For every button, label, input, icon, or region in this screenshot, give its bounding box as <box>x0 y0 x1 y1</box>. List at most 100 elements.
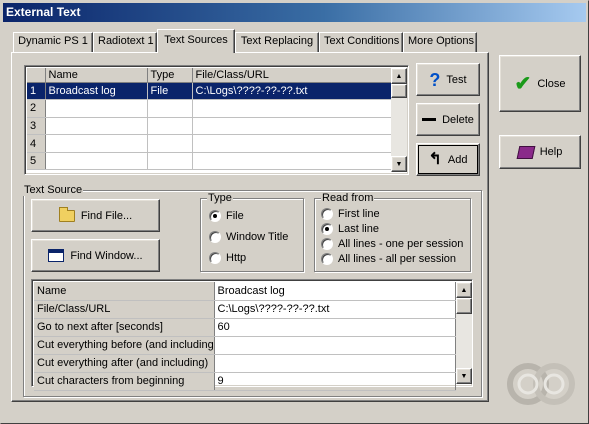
column-header-url[interactable]: File/Class/URL <box>192 68 392 83</box>
cell-type[interactable] <box>147 117 193 136</box>
tab-more-options[interactable]: More Options <box>403 32 477 52</box>
property-value[interactable] <box>214 354 456 373</box>
cell-url[interactable] <box>192 117 392 136</box>
tab-text-replacing[interactable]: Text Replacing <box>235 32 319 52</box>
radio-icon[interactable] <box>321 253 333 265</box>
minus-icon <box>422 118 437 121</box>
row-number[interactable]: 3 <box>27 117 46 136</box>
cell-name[interactable] <box>45 99 148 118</box>
table-row[interactable]: 1 Broadcast log File C:\Logs\????-??-??.… <box>27 82 392 101</box>
column-header-name[interactable]: Name <box>45 68 148 83</box>
property-value[interactable]: 60 <box>214 318 456 337</box>
scroll-up-arrow-icon[interactable]: ▲ <box>456 282 472 298</box>
row-number[interactable]: 5 <box>27 152 46 171</box>
delete-button[interactable]: Delete <box>416 103 480 136</box>
property-key: File/Class/URL <box>34 300 215 319</box>
tab-text-sources[interactable]: Text Sources <box>157 29 235 53</box>
property-row[interactable]: File/Class/URL C:\Logs\????-??-??.txt <box>34 300 456 319</box>
test-button[interactable]: ? Test <box>416 63 480 96</box>
type-radio-file[interactable]: File <box>209 209 244 223</box>
property-row[interactable]: Cut everything after (and including) <box>34 354 456 373</box>
type-radio-window-title[interactable]: Window Title <box>209 230 288 244</box>
properties-grid[interactable]: Name Broadcast log File/Class/URL C:\Log… <box>31 279 473 391</box>
row-number[interactable]: 4 <box>27 134 46 153</box>
read-option-label: All lines - one per session <box>338 238 464 250</box>
read-radio-last-line[interactable]: Last line <box>321 222 379 236</box>
return-arrow-icon: ↰ <box>428 150 442 168</box>
table-row[interactable]: 5 <box>27 152 392 171</box>
cell-type[interactable] <box>147 99 193 118</box>
property-key: Cut everything after (and including) <box>34 354 215 373</box>
read-radio-all-lines-all[interactable]: All lines - all per session <box>321 252 456 266</box>
property-value[interactable]: 9 <box>214 372 456 391</box>
cell-name[interactable] <box>45 117 148 136</box>
property-key: Cut everything before (and including) <box>34 336 215 355</box>
type-option-label: File <box>226 210 244 222</box>
property-row[interactable]: Go to next after [seconds] 60 <box>34 318 456 337</box>
type-option-label: Window Title <box>226 231 289 243</box>
property-value[interactable]: C:\Logs\????-??-??.txt <box>214 300 456 319</box>
column-header-type[interactable]: Type <box>147 68 193 83</box>
row-number[interactable]: 1 <box>27 82 46 101</box>
properties-scrollbar[interactable]: ▲ ▼ <box>456 282 472 384</box>
scroll-thumb[interactable] <box>391 84 407 98</box>
cell-url[interactable] <box>192 152 392 171</box>
property-value[interactable]: Broadcast log <box>214 282 456 301</box>
cell-name[interactable] <box>45 134 148 153</box>
window-title: External Text <box>3 3 586 22</box>
radio-icon[interactable] <box>321 208 333 220</box>
grid-corner-cell <box>27 68 46 83</box>
tab-radiotext-1[interactable]: Radiotext 1 <box>93 32 157 52</box>
cell-url[interactable]: C:\Logs\????-??-??.txt <box>192 82 392 101</box>
cell-type[interactable]: File <box>147 82 193 101</box>
type-radio-http[interactable]: Http <box>209 251 246 265</box>
add-button[interactable]: ↰ Add <box>416 143 480 176</box>
row-number[interactable]: 2 <box>27 99 46 118</box>
read-option-label: All lines - all per session <box>338 253 456 265</box>
type-group: Type File Window Title Http <box>200 192 304 272</box>
app-logo-icon <box>503 356 579 412</box>
table-row[interactable]: 3 <box>27 117 392 136</box>
cell-url[interactable] <box>192 134 392 153</box>
tab-text-conditions[interactable]: Text Conditions <box>319 32 403 52</box>
read-radio-first-line[interactable]: First line <box>321 207 380 221</box>
radio-icon[interactable] <box>321 238 333 250</box>
type-group-label: Type <box>207 192 233 204</box>
radio-selected-icon[interactable] <box>209 210 221 222</box>
text-source-group-label: Text Source <box>23 184 84 196</box>
cell-url[interactable] <box>192 99 392 118</box>
read-radio-all-lines-one[interactable]: All lines - one per session <box>321 237 463 251</box>
scroll-down-arrow-icon[interactable]: ▼ <box>456 368 472 384</box>
read-option-label: Last line <box>338 223 379 235</box>
read-from-group-label: Read from <box>321 192 375 204</box>
cell-name[interactable] <box>45 152 148 171</box>
tab-dynamic-ps-1[interactable]: Dynamic PS 1 <box>13 32 93 52</box>
scroll-down-arrow-icon[interactable]: ▼ <box>391 156 407 172</box>
scroll-up-arrow-icon[interactable]: ▲ <box>391 68 407 84</box>
cell-name[interactable]: Broadcast log <box>45 82 148 101</box>
property-row[interactable]: Cut characters from beginning 9 <box>34 372 456 391</box>
help-button-label: Help <box>539 146 563 158</box>
find-file-label: Find File... <box>80 209 133 222</box>
radio-selected-icon[interactable] <box>321 223 333 235</box>
property-value[interactable] <box>214 336 456 355</box>
grid-scrollbar[interactable]: ▲ ▼ <box>391 68 407 172</box>
table-row[interactable]: 2 <box>27 99 392 118</box>
cell-type[interactable] <box>147 134 193 153</box>
sources-grid[interactable]: Name Type File/Class/URL 1 Broadcast log… <box>24 65 409 175</box>
close-button[interactable]: ✔ Close <box>499 55 581 112</box>
scroll-thumb[interactable] <box>456 298 472 314</box>
find-window-button[interactable]: Find Window... <box>31 239 160 272</box>
property-row[interactable]: Name Broadcast log <box>34 282 456 301</box>
help-button[interactable]: Help <box>499 135 581 169</box>
table-row[interactable]: 4 <box>27 134 392 153</box>
find-file-button[interactable]: Find File... <box>31 199 160 232</box>
close-button-label: Close <box>537 77 566 90</box>
cell-type[interactable] <box>147 152 193 171</box>
grid-header-row: Name Type File/Class/URL <box>27 68 392 83</box>
window-icon <box>48 249 65 262</box>
property-row[interactable]: Cut everything before (and including) <box>34 336 456 355</box>
radio-icon[interactable] <box>209 252 221 264</box>
checkmark-icon: ✔ <box>514 72 532 95</box>
radio-icon[interactable] <box>209 231 221 243</box>
